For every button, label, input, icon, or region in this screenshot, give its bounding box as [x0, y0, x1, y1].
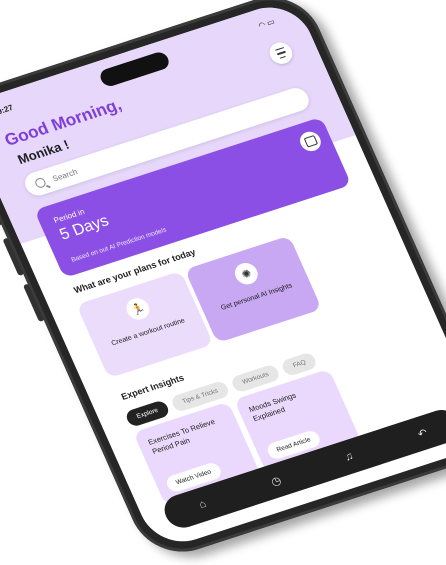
calendar-icon [303, 135, 318, 148]
brain-icon: ✺ [231, 260, 262, 288]
search-icon [33, 176, 48, 190]
menu-icon-line [279, 55, 286, 59]
bell-icon[interactable]: ♫ [339, 449, 359, 465]
clock-icon[interactable]: ◷ [266, 472, 287, 489]
home-icon[interactable]: ⌂ [193, 496, 213, 512]
menu-icon-line [276, 51, 286, 56]
insight-title: Exercises To Relieve Period Pain [146, 417, 217, 456]
runner-icon: 🏃 [122, 295, 153, 323]
phone-screen: 19:27 ◠▭ Good Morning, Monika ! Period i… [0, 0, 446, 552]
plan-label: Get personal AI Insights [219, 282, 294, 312]
calendar-button[interactable] [296, 129, 325, 154]
insight-title: Moods Swings Explained [247, 390, 298, 424]
plan-label: Create a workout routine [110, 317, 187, 348]
menu-icon [274, 46, 284, 52]
back-icon[interactable]: ↶ [412, 425, 433, 442]
phone-mockup: 19:27 ◠▭ Good Morning, Monika ! Period i… [0, 0, 446, 564]
